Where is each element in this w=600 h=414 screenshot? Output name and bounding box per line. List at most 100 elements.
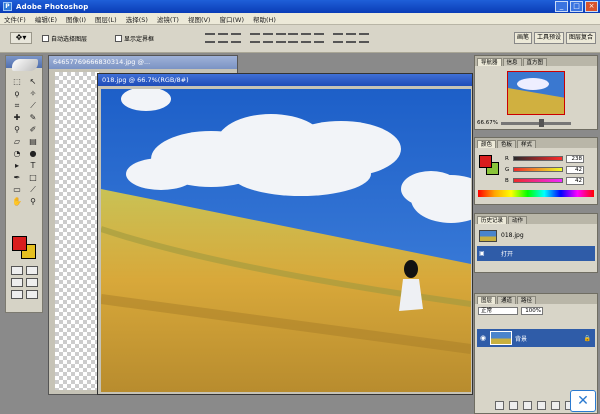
layer-background[interactable]: ◉ 背景 🔒 — [477, 329, 595, 347]
color-spectrum-bar[interactable] — [478, 190, 594, 197]
green-slider[interactable] — [513, 167, 563, 172]
eyedropper-icon[interactable]: ⟋ — [26, 184, 40, 196]
standard-mode-icon[interactable] — [11, 266, 23, 275]
image-canvas[interactable] — [101, 89, 471, 392]
auto-select-option[interactable]: 自动选择图层 — [42, 34, 87, 43]
active-document-title[interactable]: 018.jpg @ 66.7%(RGB/8#) — [98, 74, 472, 86]
type-tool-icon[interactable]: T — [26, 160, 40, 172]
menu-filter[interactable]: 滤镜(T) — [157, 14, 179, 24]
feather-logo-icon[interactable] — [12, 59, 38, 71]
tab-layers[interactable]: 图层 — [477, 296, 497, 304]
menu-layer[interactable]: 图层(L) — [95, 14, 117, 24]
notes-tool-icon[interactable]: ▭ — [10, 184, 24, 196]
distribute-center-icon[interactable] — [346, 33, 356, 43]
healing-brush-icon[interactable]: ✚ — [10, 112, 24, 124]
tab-swatches[interactable]: 色板 — [497, 140, 517, 148]
tab-info[interactable]: 信息 — [502, 58, 522, 66]
tab-history[interactable]: 历史记录 — [477, 216, 508, 224]
distribute-top-icon[interactable] — [288, 33, 298, 43]
slice-tool-icon[interactable]: ⟋ — [26, 100, 40, 112]
screen-mode-3-icon[interactable] — [11, 290, 23, 299]
screen-mode-2-icon[interactable] — [26, 278, 38, 287]
menu-help[interactable]: 帮助(H) — [253, 14, 276, 24]
dodge-tool-icon[interactable]: ● — [26, 148, 40, 160]
history-brush-icon[interactable]: ✐ — [26, 124, 40, 136]
align-left-icon[interactable] — [250, 33, 260, 43]
tab-actions[interactable]: 动作 — [508, 216, 528, 224]
auto-select-checkbox[interactable] — [42, 35, 49, 42]
clone-stamp-icon[interactable]: ⚲ — [10, 124, 24, 136]
adjustment-layer-icon[interactable] — [537, 401, 546, 410]
jump-to-imageready-icon[interactable] — [26, 290, 38, 299]
marquee-tool-icon[interactable]: ⬚ — [10, 76, 24, 88]
blue-value[interactable]: 42 — [566, 176, 584, 185]
zoom-value[interactable]: 66.67% — [477, 120, 498, 126]
opacity-field[interactable]: 100% — [521, 307, 543, 315]
red-value[interactable]: 238 — [566, 154, 584, 163]
tab-styles[interactable]: 样式 — [517, 140, 537, 148]
shape-tool-icon[interactable]: □ — [26, 172, 40, 184]
menu-view[interactable]: 视图(V) — [188, 14, 211, 24]
distribute-middle-icon[interactable] — [301, 33, 311, 43]
maximize-button[interactable]: □ — [570, 1, 583, 12]
align-bottom-icon[interactable] — [231, 33, 241, 43]
history-snapshot[interactable]: 018.jpg — [477, 228, 595, 243]
menu-edit[interactable]: 编辑(E) — [35, 14, 57, 24]
menu-file[interactable]: 文件(F) — [4, 14, 26, 24]
magic-wand-icon[interactable]: ✧ — [26, 88, 40, 100]
layer-style-icon[interactable] — [495, 401, 504, 410]
eraser-tool-icon[interactable]: ▱ — [10, 136, 24, 148]
green-value[interactable]: 42 — [566, 165, 584, 174]
active-document-window[interactable]: 018.jpg @ 66.7%(RGB/8#) — [97, 73, 473, 395]
foreground-color-swatch[interactable] — [12, 236, 27, 251]
palette-well-brushes[interactable]: 画笔 — [513, 32, 532, 44]
show-bounds-option[interactable]: 显示定界框 — [115, 34, 154, 43]
align-middle-icon[interactable] — [218, 33, 228, 43]
menu-select[interactable]: 选择(S) — [126, 14, 148, 24]
tab-channels[interactable]: 通道 — [497, 296, 517, 304]
tab-histogram[interactable]: 直方图 — [522, 58, 548, 66]
zoom-slider[interactable] — [500, 118, 571, 127]
hand-tool-icon[interactable]: ✋ — [10, 196, 24, 208]
screen-mode-1-icon[interactable] — [11, 278, 23, 287]
background-document-title[interactable]: 64657769666830314.jpg @... — [49, 56, 237, 69]
gradient-tool-icon[interactable]: ▤ — [26, 136, 40, 148]
menu-window[interactable]: 窗口(W) — [219, 14, 244, 24]
brush-tool-icon[interactable]: ✎ — [26, 112, 40, 124]
align-top-icon[interactable] — [205, 33, 215, 43]
move-tool-preset[interactable]: ✥▾ — [10, 32, 32, 44]
blend-mode-select[interactable]: 正常 — [478, 307, 518, 315]
zoom-tool-icon[interactable]: ⚲ — [26, 196, 40, 208]
blur-tool-icon[interactable]: ◔ — [10, 148, 24, 160]
menu-image[interactable]: 图像(I) — [66, 14, 86, 24]
align-center-icon[interactable] — [263, 33, 273, 43]
history-state-open[interactable]: ▣ 打开 — [477, 246, 595, 261]
blue-slider[interactable] — [513, 178, 563, 183]
align-right-icon[interactable] — [276, 33, 286, 43]
palette-well-tool-presets[interactable]: 工具预设 — [533, 32, 564, 44]
new-group-icon[interactable] — [523, 401, 532, 410]
distribute-left-icon[interactable] — [333, 33, 343, 43]
zoom-slider-knob[interactable] — [538, 118, 544, 127]
distribute-right-icon[interactable] — [359, 33, 369, 43]
show-bounds-checkbox[interactable] — [115, 35, 122, 42]
navigator-thumbnail[interactable] — [507, 71, 565, 115]
new-layer-icon[interactable] — [551, 401, 560, 410]
layer-mask-icon[interactable] — [509, 401, 518, 410]
path-select-icon[interactable]: ▸ — [10, 160, 24, 172]
palette-well-layer-comps[interactable]: 图层复合 — [565, 32, 596, 44]
tab-paths[interactable]: 路径 — [517, 296, 537, 304]
distribute-bottom-icon[interactable] — [314, 33, 324, 43]
close-button[interactable]: × — [585, 1, 598, 12]
lasso-tool-icon[interactable]: ϙ — [10, 88, 24, 100]
tab-color[interactable]: 颜色 — [477, 140, 497, 148]
tab-navigator[interactable]: 导航器 — [477, 58, 502, 66]
minimize-button[interactable]: _ — [555, 1, 568, 12]
red-slider[interactable] — [513, 156, 563, 161]
quickmask-mode-icon[interactable] — [26, 266, 38, 275]
pen-tool-icon[interactable]: ✒ — [10, 172, 24, 184]
crop-tool-icon[interactable]: ⌗ — [10, 100, 24, 112]
eye-icon[interactable]: ◉ — [479, 334, 487, 342]
move-tool-icon[interactable]: ↖ — [26, 76, 40, 88]
color-panel-foreground[interactable] — [479, 155, 492, 168]
